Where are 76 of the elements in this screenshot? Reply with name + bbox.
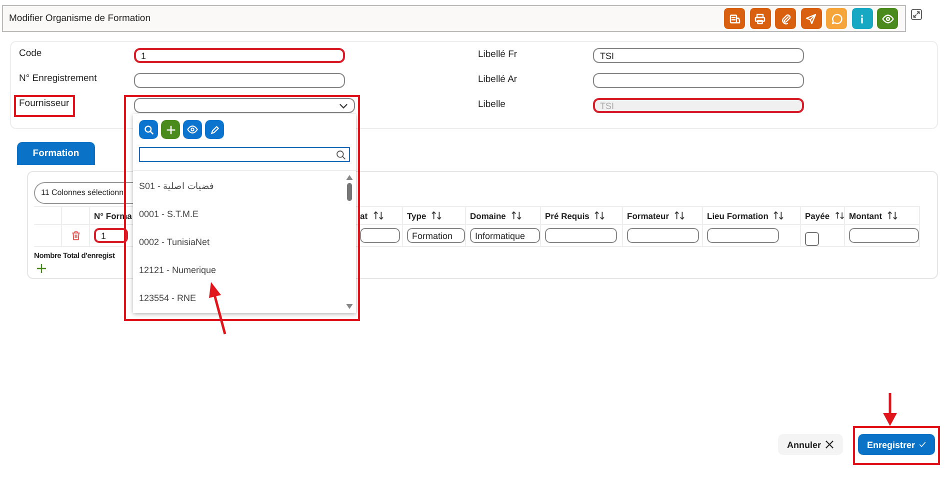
input-field[interactable]: 1 <box>134 48 345 63</box>
close-icon <box>825 440 834 449</box>
trash-icon[interactable] <box>70 230 80 241</box>
sort-icon[interactable] <box>773 211 784 220</box>
dropdown-option[interactable]: S01 - فضيات اصلية <box>139 181 345 192</box>
scroll-up-icon[interactable] <box>346 175 353 180</box>
print-button[interactable] <box>750 8 770 29</box>
input-field[interactable]: TSI <box>593 48 804 63</box>
sort-icon[interactable] <box>372 211 384 220</box>
column-header[interactable]: Formateur <box>627 210 670 220</box>
window-title: Modifier Organisme de Formation <box>9 13 150 24</box>
search-icon <box>144 124 154 134</box>
pencil-icon <box>210 124 220 134</box>
sort-icon[interactable] <box>594 211 606 220</box>
input-field[interactable] <box>593 73 804 88</box>
attach-icon <box>780 12 792 24</box>
add-icon[interactable] <box>37 264 46 273</box>
field-label: Libellé Ar <box>478 73 518 85</box>
cell-input[interactable] <box>707 228 779 243</box>
eye-button[interactable] <box>877 8 898 29</box>
document-button[interactable] <box>724 8 745 29</box>
dropdown-option[interactable]: 0002 - TunisiaNet <box>139 237 345 248</box>
attach-button[interactable] <box>775 8 796 29</box>
tab[interactable]: Formation <box>17 142 95 165</box>
document-icon <box>728 12 740 24</box>
cell-input[interactable] <box>849 228 919 243</box>
chat-icon <box>830 12 842 24</box>
info-button[interactable] <box>852 8 872 29</box>
cell-input[interactable] <box>545 228 617 243</box>
field-label: Libellé Fr <box>478 48 518 60</box>
view-button[interactable] <box>183 120 202 139</box>
chevron-down-icon <box>339 103 348 109</box>
scroll-down-icon[interactable] <box>346 304 353 309</box>
column-header[interactable]: Montant <box>849 210 882 220</box>
column-header[interactable]: Pré Requis <box>545 210 590 220</box>
expand-icon[interactable] <box>911 9 922 20</box>
dropdown-option[interactable]: 12121 - Numerique <box>139 265 345 276</box>
eye-icon <box>187 124 198 135</box>
scroll-thumb[interactable] <box>347 183 352 201</box>
send-icon <box>805 12 817 24</box>
sort-icon[interactable] <box>510 211 522 220</box>
sort-icon[interactable] <box>834 211 844 220</box>
cell-input[interactable]: Informatique <box>470 228 540 243</box>
dropdown-option[interactable]: 123554 - RNE <box>139 293 345 304</box>
save-button[interactable]: Enregistrer <box>858 434 935 455</box>
cell-input[interactable] <box>360 228 400 243</box>
field-label: Fournisseur <box>19 97 70 109</box>
column-header[interactable]: Lieu Formation <box>707 210 768 220</box>
print-icon <box>754 12 766 24</box>
field-label: N° Enregistrement <box>19 72 97 84</box>
cell-input[interactable]: Formation <box>407 228 465 243</box>
eye-icon <box>882 12 894 24</box>
plus-icon <box>166 124 176 134</box>
sort-icon[interactable] <box>887 211 898 220</box>
input-field[interactable] <box>134 73 345 88</box>
cell-input[interactable] <box>627 228 699 243</box>
checkmark-icon <box>919 440 926 449</box>
dropdown-option[interactable]: 0001 - S.T.M.E <box>139 209 345 220</box>
checkbox[interactable] <box>805 232 819 246</box>
add-button[interactable] <box>161 120 180 139</box>
search-button[interactable] <box>139 120 158 139</box>
send-button[interactable] <box>800 8 822 29</box>
cancel-button[interactable]: Annuler <box>778 434 843 455</box>
field-label: Code <box>19 47 42 59</box>
field-label: Libelle <box>478 98 506 110</box>
sort-icon[interactable] <box>674 211 686 220</box>
sort-icon[interactable] <box>431 211 442 220</box>
select-field[interactable] <box>134 98 355 113</box>
column-header[interactable]: Domaine <box>470 210 506 220</box>
search-field[interactable] <box>139 147 350 162</box>
column-header[interactable]: Payée <box>805 210 830 220</box>
cell-input[interactable]: 1 <box>94 228 128 243</box>
edit-button[interactable] <box>205 120 224 139</box>
search-icon <box>336 150 346 160</box>
column-header[interactable]: Type <box>407 210 426 220</box>
column-header[interactable]: at <box>360 210 368 220</box>
